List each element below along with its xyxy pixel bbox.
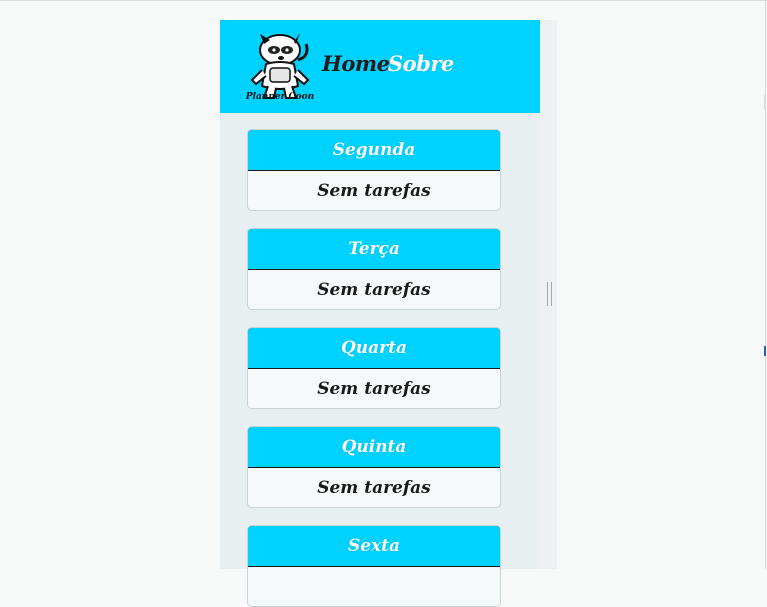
logo-text: Planner Coon	[245, 92, 315, 102]
day-card-segunda: Segunda Sem tarefas	[247, 129, 501, 211]
day-card-quarta: Quarta Sem tarefas	[247, 327, 501, 409]
day-title[interactable]: Terça	[248, 229, 500, 270]
side-panel-marker	[764, 95, 766, 109]
day-tasks-text: Sem tarefas	[317, 379, 431, 399]
day-tasks-text	[248, 567, 500, 606]
app-header: Planner Coon Home Sobre	[220, 20, 540, 113]
day-title[interactable]: Sexta	[248, 526, 500, 567]
day-title[interactable]: Quarta	[248, 328, 500, 369]
day-card-quinta: Quinta Sem tarefas	[247, 426, 501, 508]
window-top-border	[0, 0, 767, 1]
resize-handle[interactable]	[547, 282, 552, 306]
window-right-border	[765, 0, 766, 569]
day-title[interactable]: Quinta	[248, 427, 500, 468]
day-tasks-text: Sem tarefas	[317, 280, 431, 300]
mobile-viewport: Planner Coon Home Sobre Segunda Sem tare…	[220, 20, 540, 607]
side-panel-marker-active	[764, 346, 766, 356]
nav-sobre-link[interactable]: Sobre	[388, 51, 454, 76]
nav-home-link[interactable]: Home	[322, 51, 390, 76]
day-card-terca: Terça Sem tarefas	[247, 228, 501, 310]
day-card-sexta: Sexta	[247, 525, 501, 607]
day-tasks-text: Sem tarefas	[317, 181, 431, 201]
day-title[interactable]: Segunda	[248, 130, 500, 171]
day-tasks-text: Sem tarefas	[317, 478, 431, 498]
